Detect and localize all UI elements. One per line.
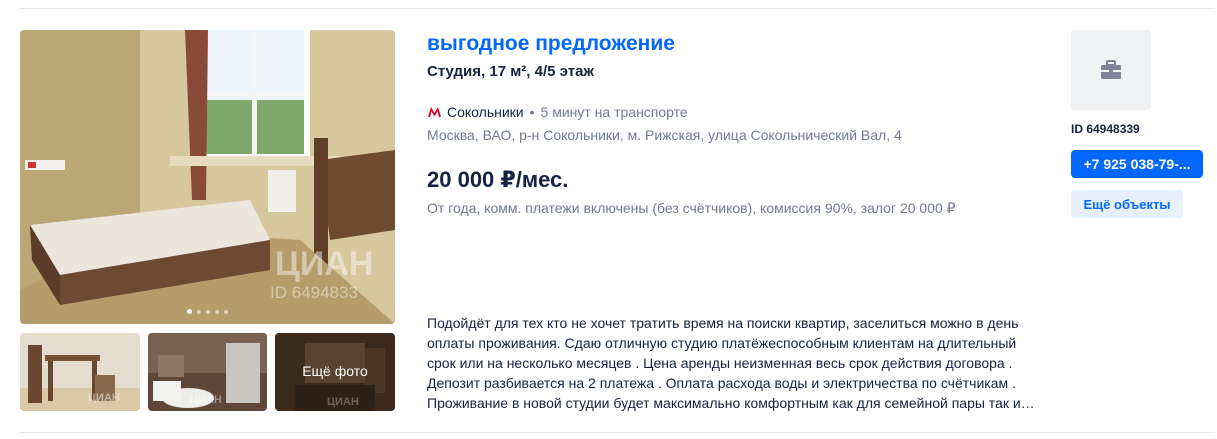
pagination-dot[interactable] <box>215 309 219 314</box>
thumbnail-more-photos[interactable]: ЦИАН Ещё фото <box>275 333 395 411</box>
agency-id: ID 64948339 <box>1071 122 1140 136</box>
metro-info: Сокольники • 5 минут на транспорте <box>427 104 688 120</box>
photo-pagination <box>20 309 395 314</box>
listing-price: 20 000 ₽/мес. <box>427 167 569 192</box>
divider-bottom <box>20 432 1215 433</box>
watermark-logo: ЦИАН <box>275 245 373 283</box>
show-phone-button[interactable]: +7 925 038-79-... <box>1071 150 1203 178</box>
rental-terms: От года, комм. платежи включены (без счё… <box>427 200 956 216</box>
watermark-logo: ЦИАН <box>327 396 359 408</box>
main-photo[interactable]: ЦИАН ID 6494833 <box>20 30 395 324</box>
agency-logo[interactable] <box>1071 30 1151 110</box>
watermark-id: ID 6494833 <box>270 283 358 302</box>
listing-title[interactable]: выгодное предложение <box>427 32 675 56</box>
pagination-dot[interactable] <box>187 309 192 314</box>
pagination-dot[interactable] <box>197 309 201 314</box>
pagination-dot[interactable] <box>206 309 210 314</box>
metro-station-link[interactable]: Сокольники <box>447 104 524 120</box>
listing-address[interactable]: Москва, ВАО, р-н Сокольники, м. Рижская,… <box>427 127 902 143</box>
metro-separator: • <box>529 104 535 120</box>
thumbnail-photo[interactable]: ЦИАН <box>20 333 140 411</box>
room-photo: ЦИАН ID 6494833 <box>20 30 395 324</box>
watermark-logo: ЦИАН <box>190 394 222 406</box>
pagination-dot[interactable] <box>224 309 228 314</box>
briefcase-icon <box>1101 60 1121 79</box>
thumbnail-photo[interactable]: ЦИАН <box>148 333 267 411</box>
listing-description: Подойдёт для тех кто не хочет тратить вр… <box>427 315 1035 411</box>
more-photos-label[interactable]: Ещё фото <box>275 363 395 379</box>
thumbnail-bathroom-image: ЦИАН <box>148 333 267 411</box>
more-objects-button[interactable]: Ещё объекты <box>1071 190 1183 218</box>
thumbnail-desk-image: ЦИАН <box>20 333 140 411</box>
watermark-logo: ЦИАН <box>88 392 120 404</box>
metro-icon <box>428 107 441 117</box>
divider-top <box>20 8 1215 9</box>
metro-travel-time: 5 минут на транспорте <box>540 104 688 120</box>
listing-subtitle: Студия, 17 м², 4/5 этаж <box>427 63 595 80</box>
